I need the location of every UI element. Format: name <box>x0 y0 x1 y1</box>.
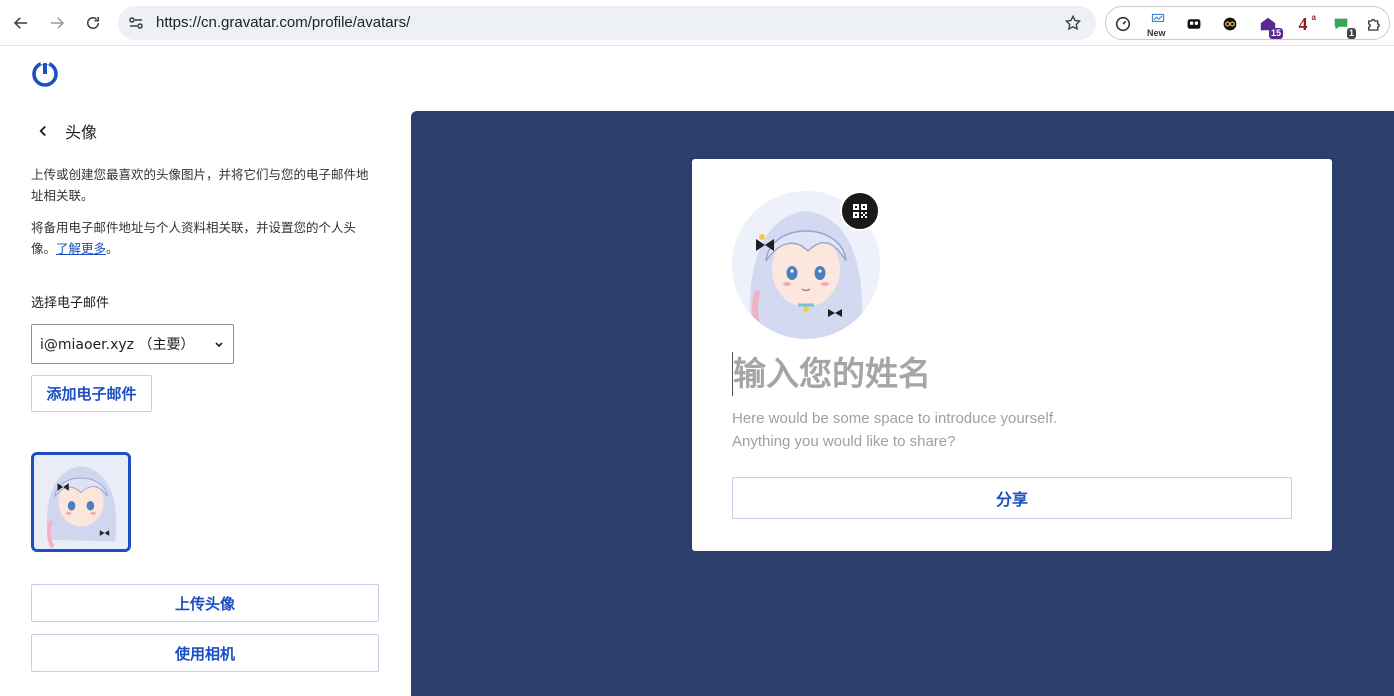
arrow-left-icon <box>13 17 27 29</box>
intro-line-1: Here would be some space to introduce yo… <box>732 410 1058 427</box>
share-button[interactable]: 分享 <box>732 477 1292 519</box>
avatar-thumbnail[interactable] <box>31 452 131 552</box>
profile-card: 输入您的姓名 Here would be some space to intro… <box>692 159 1332 551</box>
four-ext-label: 4 <box>1298 13 1308 34</box>
email-select[interactable]: i@miaoer.xyz （主要） <box>31 324 234 364</box>
name-input[interactable]: 输入您的姓名 <box>732 352 931 396</box>
learn-more-link[interactable]: 了解更多 <box>56 241 106 256</box>
speedometer-ext-icon[interactable] <box>1112 13 1134 35</box>
extensions-bar: New 15 4 a 1 <box>1105 6 1390 40</box>
profile-preview-panel: 输入您的姓名 Here would be some space to intro… <box>411 111 1394 696</box>
chat-ext-badge: 1 <box>1346 28 1356 39</box>
gravatar-logo-icon[interactable] <box>32 61 58 87</box>
two-squares-ext-icon[interactable] <box>1183 13 1205 35</box>
reload-button[interactable] <box>78 8 108 38</box>
email-select-label: 选择电子邮件 <box>31 296 110 311</box>
four-ext-icon[interactable]: 4 a <box>1292 13 1317 35</box>
site-settings-icon[interactable] <box>128 15 144 31</box>
house-ext-badge: 15 <box>1268 28 1283 39</box>
intro-placeholder[interactable]: Here would be some space to introduce yo… <box>732 407 1152 453</box>
qr-code-button[interactable] <box>840 191 880 231</box>
address-bar[interactable]: https://cn.gravatar.com/profile/avatars/ <box>118 6 1096 40</box>
description-2-end: 。 <box>106 241 119 256</box>
four-ext-sup: a <box>1311 13 1316 22</box>
puzzle-icon[interactable] <box>1363 13 1385 35</box>
infinity-ext-icon[interactable] <box>1219 13 1241 35</box>
email-select-value: i@miaoer.xyz （主要） <box>40 337 195 353</box>
use-camera-button[interactable]: 使用相机 <box>31 634 379 672</box>
qr-code-icon <box>853 204 867 218</box>
browser-toolbar: https://cn.gravatar.com/profile/avatars/… <box>0 0 1394 46</box>
description-1: 上传或创建您最喜欢的头像图片，并将它们与您的电子邮件地址相关联。 <box>31 167 369 203</box>
house-ext-icon[interactable]: 15 <box>1257 13 1283 39</box>
description-2: 将备用电子邮件地址与个人资料相关联，并设置您的个人头像。了解更多。 <box>31 217 376 259</box>
sidebar: 头像 上传或创建您最喜欢的头像图片，并将它们与您的电子邮件地址相关联。 将备用电… <box>0 47 410 696</box>
upload-avatar-button[interactable]: 上传头像 <box>31 584 379 622</box>
back-button[interactable] <box>6 8 36 38</box>
chevron-left-icon[interactable] <box>34 122 52 140</box>
new-ext-icon[interactable]: New <box>1147 13 1169 38</box>
back-row[interactable]: 头像 <box>34 119 97 143</box>
chat-ext-icon[interactable]: 1 <box>1330 13 1356 39</box>
intro-line-2: Anything you would like to share? <box>732 433 956 450</box>
page-title: 头像 <box>65 123 98 142</box>
url-text: https://cn.gravatar.com/profile/avatars/ <box>156 14 411 31</box>
avatar-thumbnail-image <box>34 455 128 549</box>
chevron-down-icon <box>215 342 223 348</box>
reload-icon <box>87 17 99 29</box>
page: 头像 上传或创建您最喜欢的头像图片，并将它们与您的电子邮件地址相关联。 将备用电… <box>0 47 1394 696</box>
arrow-right-icon <box>51 17 65 29</box>
new-ext-label: New <box>1147 28 1166 38</box>
bookmark-star-icon[interactable] <box>1064 14 1082 32</box>
forward-button[interactable] <box>42 8 72 38</box>
add-email-button[interactable]: 添加电子邮件 <box>31 375 152 412</box>
